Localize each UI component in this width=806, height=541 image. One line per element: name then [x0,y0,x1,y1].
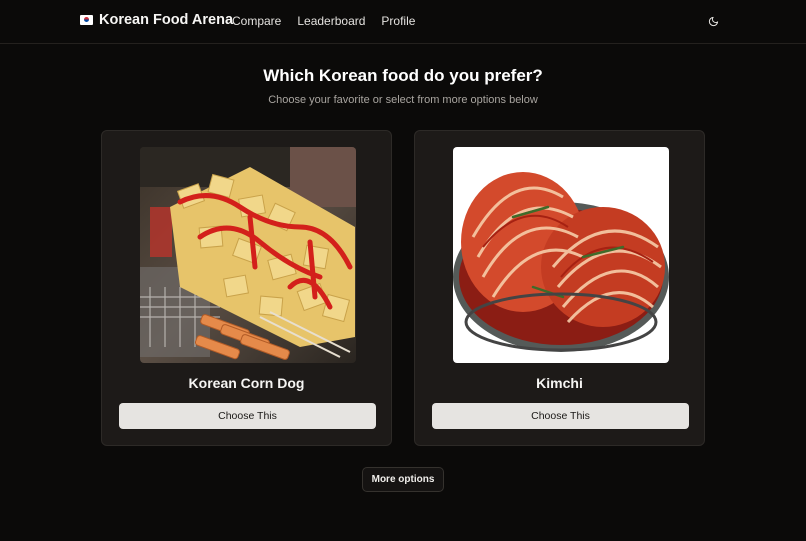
top-nav-bar: Korean Food Arena Compare Leaderboard Pr… [0,0,806,44]
moon-icon [708,16,719,27]
food-option-card-corn-dog: Korean Corn Dog Choose This [101,130,392,446]
korea-flag-icon [80,15,93,25]
choose-kimchi-button[interactable]: Choose This [432,403,689,429]
nav-leaderboard[interactable]: Leaderboard [297,14,365,28]
food-name: Kimchi [536,375,583,391]
nav-profile[interactable]: Profile [381,14,415,28]
choose-corn-dog-button[interactable]: Choose This [119,403,376,429]
nav-compare[interactable]: Compare [232,14,281,28]
brand-title: Korean Food Arena [99,12,234,28]
kimchi-image[interactable] [453,147,669,363]
main-nav: Compare Leaderboard Profile [232,14,415,28]
brand[interactable]: Korean Food Arena [80,12,233,28]
theme-toggle-button[interactable] [705,13,722,30]
food-option-card-kimchi: Kimchi Choose This [414,130,705,446]
more-options-button[interactable]: More options [362,467,444,492]
page-title: Which Korean food do you prefer? [263,66,543,85]
corn-dog-image[interactable] [140,147,356,363]
page-subtitle: Choose your favorite or select from more… [268,94,538,106]
food-name: Korean Corn Dog [188,375,305,391]
